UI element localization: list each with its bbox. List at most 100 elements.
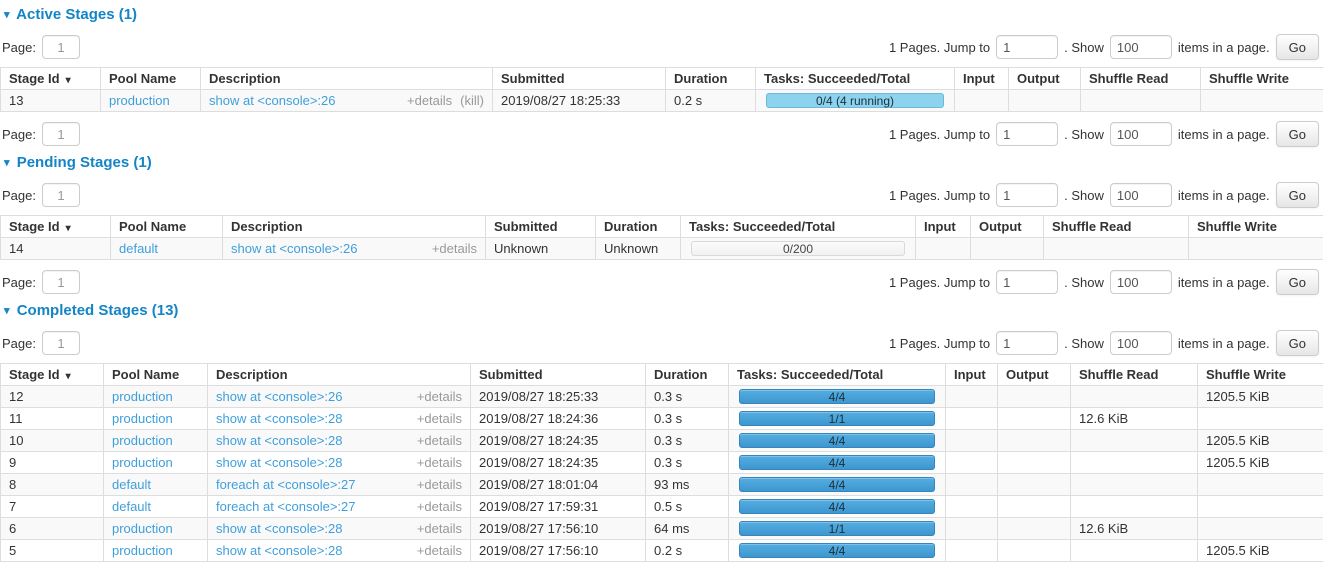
pool-name-link[interactable]: production [112,521,173,536]
tasks-cell: 0/200 [681,238,916,260]
col-header-duration[interactable]: Duration [666,68,756,90]
details-toggle[interactable]: +details [407,93,452,108]
details-toggle[interactable]: +details [417,455,462,470]
details-toggle[interactable]: +details [417,499,462,514]
pool-name-link[interactable]: production [112,433,173,448]
section-title[interactable]: ▾ Active Stages (1) [4,6,1323,25]
duration-cell: 0.3 s [646,430,729,452]
col-header-submitted[interactable]: Submitted [486,216,596,238]
page-number-input[interactable] [42,35,80,59]
jump-to-page-input[interactable] [996,331,1058,355]
pool-name-link[interactable]: production [109,93,170,108]
shuffle-read-cell [1071,496,1198,518]
page-number-input[interactable] [42,270,80,294]
kill-link[interactable]: (kill) [460,93,484,108]
pool-name-link[interactable]: default [119,241,158,256]
col-header-shuffle-read[interactable]: Shuffle Read [1044,216,1189,238]
details-toggle[interactable]: +details [432,241,477,256]
description-link[interactable]: show at <console>:26 [209,93,399,108]
page-label: Page: [2,40,36,55]
col-header-label: Shuffle Write [1209,71,1289,86]
col-header-duration[interactable]: Duration [646,364,729,386]
description-link[interactable]: show at <console>:26 [216,389,409,404]
col-header-submitted[interactable]: Submitted [493,68,666,90]
submitted-cell: 2019/08/27 18:24:35 [471,452,646,474]
page-number-input[interactable] [42,122,80,146]
description-link[interactable]: show at <console>:26 [231,241,424,256]
col-header-shuffle-write[interactable]: Shuffle Write [1189,216,1323,238]
col-header-input[interactable]: Input [916,216,971,238]
duration-cell: 0.2 s [666,90,756,112]
pool-name-cell: production [104,540,208,562]
shuffle-read-cell [1044,238,1189,260]
col-header-pool[interactable]: Pool Name [101,68,201,90]
col-header-tasks[interactable]: Tasks: Succeeded/Total [729,364,946,386]
col-header-stage-id[interactable]: Stage Id▾ [1,216,111,238]
section-title[interactable]: ▾ Pending Stages (1) [4,154,1323,173]
task-progress-label: 0/4 (4 running) [767,94,943,109]
details-toggle[interactable]: +details [417,433,462,448]
col-header-pool[interactable]: Pool Name [111,216,223,238]
go-button[interactable]: Go [1276,182,1319,208]
col-header-shuffle-read[interactable]: Shuffle Read [1081,68,1201,90]
output-cell [998,518,1071,540]
description-link[interactable]: show at <console>:28 [216,411,409,426]
col-header-description[interactable]: Description [208,364,471,386]
col-header-label: Tasks: Succeeded/Total [689,219,835,234]
pool-name-link[interactable]: production [112,389,173,404]
col-header-output[interactable]: Output [971,216,1044,238]
col-header-shuffle-write[interactable]: Shuffle Write [1198,364,1323,386]
pool-name-link[interactable]: production [112,543,173,558]
col-header-label: Submitted [501,71,565,86]
items-per-page-input[interactable] [1110,35,1172,59]
jump-to-page-input[interactable] [996,183,1058,207]
jump-to-page-input[interactable] [996,270,1058,294]
go-button[interactable]: Go [1276,330,1319,356]
col-header-stage-id[interactable]: Stage Id▾ [1,364,104,386]
pool-name-link[interactable]: default [112,477,151,492]
col-header-shuffle-write[interactable]: Shuffle Write [1201,68,1323,90]
pool-name-link[interactable]: production [112,411,173,426]
items-per-page-input[interactable] [1110,270,1172,294]
col-header-tasks[interactable]: Tasks: Succeeded/Total [756,68,955,90]
details-toggle[interactable]: +details [417,477,462,492]
col-header-duration[interactable]: Duration [596,216,681,238]
page-number-input[interactable] [42,183,80,207]
jump-to-page-input[interactable] [996,35,1058,59]
description-link[interactable]: show at <console>:28 [216,521,409,536]
col-header-description[interactable]: Description [223,216,486,238]
section-title[interactable]: ▾ Completed Stages (13) [4,302,1323,321]
go-button[interactable]: Go [1276,121,1319,147]
page-number-input[interactable] [42,331,80,355]
details-toggle[interactable]: +details [417,411,462,426]
pages-count-text: 1 Pages. Jump to [889,275,990,290]
pool-name-link[interactable]: production [112,455,173,470]
pool-name-link[interactable]: default [112,499,151,514]
go-button[interactable]: Go [1276,269,1319,295]
description-link[interactable]: show at <console>:28 [216,543,409,558]
col-header-output[interactable]: Output [1009,68,1081,90]
col-header-submitted[interactable]: Submitted [471,364,646,386]
col-header-label: Pool Name [109,71,176,86]
description-link[interactable]: show at <console>:28 [216,455,409,470]
col-header-output[interactable]: Output [998,364,1071,386]
items-per-page-input[interactable] [1110,122,1172,146]
details-toggle[interactable]: +details [417,389,462,404]
items-per-page-input[interactable] [1110,183,1172,207]
details-toggle[interactable]: +details [417,543,462,558]
col-header-pool[interactable]: Pool Name [104,364,208,386]
description-link[interactable]: foreach at <console>:27 [216,499,409,514]
shuffle-read-cell: 12.6 KiB [1071,518,1198,540]
col-header-description[interactable]: Description [201,68,493,90]
description-link[interactable]: show at <console>:28 [216,433,409,448]
col-header-tasks[interactable]: Tasks: Succeeded/Total [681,216,916,238]
jump-to-page-input[interactable] [996,122,1058,146]
col-header-input[interactable]: Input [946,364,998,386]
col-header-shuffle-read[interactable]: Shuffle Read [1071,364,1198,386]
items-per-page-input[interactable] [1110,331,1172,355]
go-button[interactable]: Go [1276,34,1319,60]
description-link[interactable]: foreach at <console>:27 [216,477,409,492]
col-header-stage-id[interactable]: Stage Id▾ [1,68,101,90]
col-header-input[interactable]: Input [955,68,1009,90]
details-toggle[interactable]: +details [417,521,462,536]
